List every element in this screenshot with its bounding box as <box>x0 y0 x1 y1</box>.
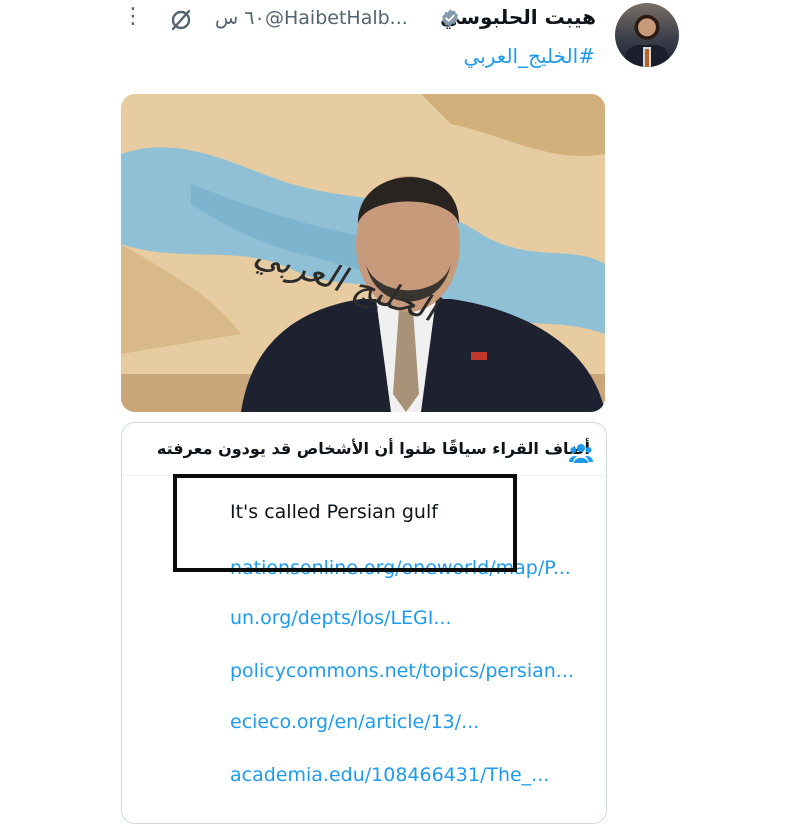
display-name[interactable]: هيبت الحلبوسي <box>440 5 596 29</box>
community-note-header: أضاف القراء سياقًا ظنوا أن الأشخاص قد يو… <box>156 439 590 458</box>
source-link[interactable]: nationsonline.org/oneworld/map/P... <box>230 557 571 579</box>
people-icon <box>569 444 593 463</box>
more-options-icon[interactable]: ⋮ <box>122 6 144 28</box>
source-link[interactable]: ecieco.org/en/article/13/... <box>230 711 479 733</box>
timestamp[interactable]: ٦٠ س <box>215 7 265 29</box>
hashtag-link[interactable]: #الخليج_العربي <box>464 44 595 68</box>
user-handle[interactable]: @HaibetHalb... <box>265 7 408 29</box>
source-link[interactable]: un.org/depts/los/LEGI... <box>230 607 452 629</box>
tweet-image[interactable]: الخليج العربي <box>121 94 605 412</box>
community-note-text: It's called Persian gulf <box>230 501 438 523</box>
source-link[interactable]: policycommons.net/topics/persian... <box>230 660 574 682</box>
grok-icon[interactable] <box>168 7 194 33</box>
avatar[interactable] <box>615 3 679 67</box>
map-background <box>121 94 605 412</box>
verified-badge-icon <box>442 9 458 27</box>
source-link[interactable]: academia.edu/108466431/The_... <box>230 764 549 786</box>
note-divider <box>122 475 606 476</box>
